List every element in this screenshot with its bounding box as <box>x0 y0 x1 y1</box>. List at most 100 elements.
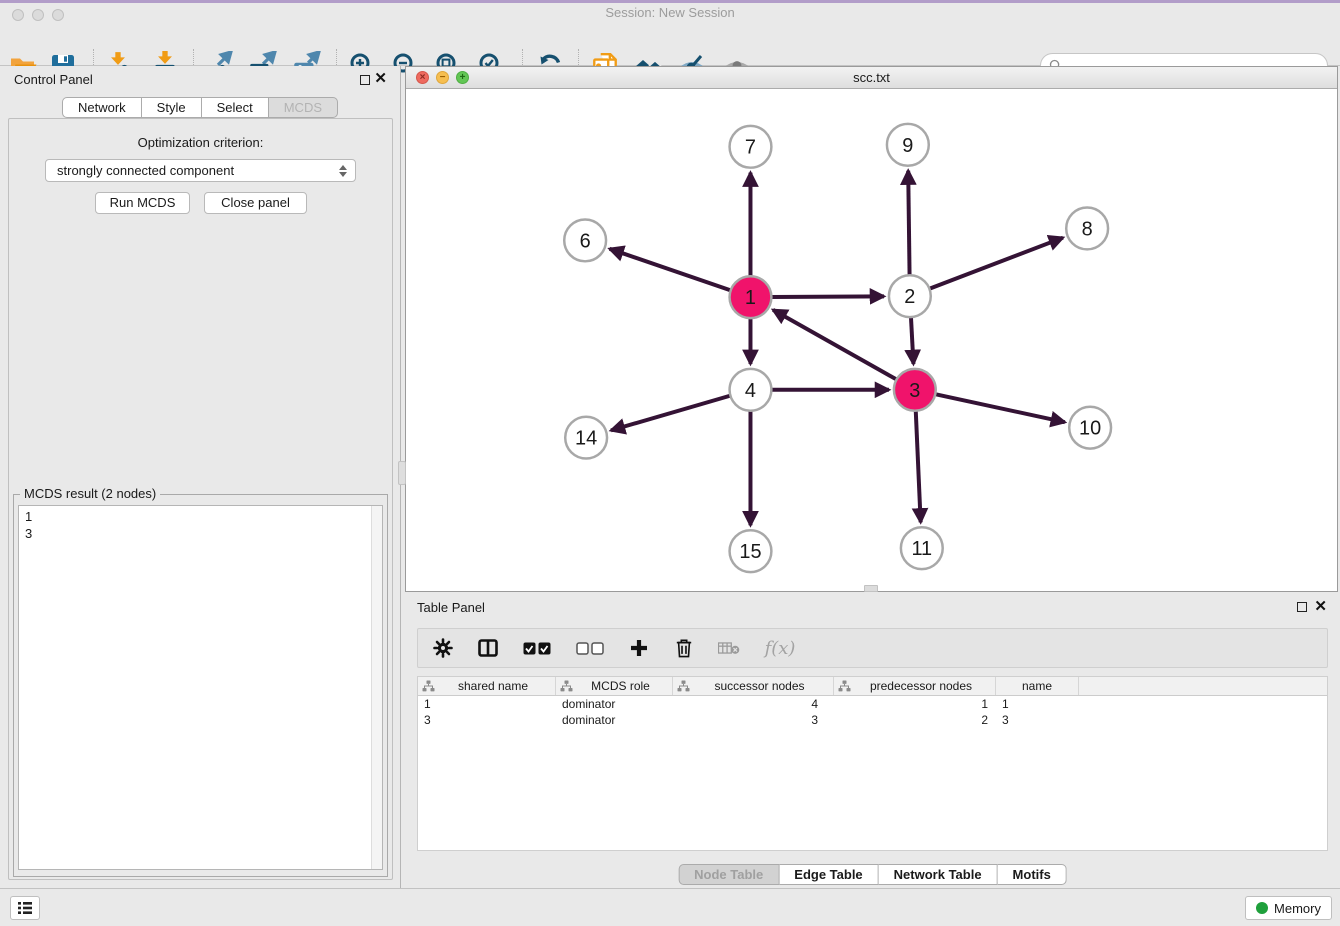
result-scrollbar[interactable] <box>371 506 382 869</box>
cell-successor-nodes[interactable]: 4 <box>673 696 834 712</box>
graph-edge-1-6[interactable] <box>610 249 731 291</box>
delete-column-button[interactable] <box>673 637 695 659</box>
panel-splitter-horizontal[interactable] <box>864 585 878 592</box>
cell-shared-name[interactable]: 3 <box>418 712 556 728</box>
cell-name[interactable]: 3 <box>996 712 1079 728</box>
add-column-button[interactable] <box>628 637 650 659</box>
mcds-result-title: MCDS result (2 nodes) <box>20 486 160 501</box>
deselect-all-columns-button[interactable] <box>575 637 605 659</box>
window-controls <box>12 9 64 21</box>
tab-node-table[interactable]: Node Table <box>678 864 779 885</box>
float-icon <box>360 75 370 85</box>
network-window-controls: × − + <box>416 71 469 84</box>
plus-icon <box>630 639 648 657</box>
tab-edge-table[interactable]: Edge Table <box>779 864 878 885</box>
split-view-button[interactable] <box>477 637 499 659</box>
maximize-window-button[interactable] <box>52 9 64 21</box>
graph-edge-2-9[interactable] <box>908 171 909 276</box>
column-header-mcds-role[interactable]: MCDS role <box>556 677 673 695</box>
criterion-dropdown[interactable]: strongly connected component <box>45 159 356 182</box>
column-header-predecessor-nodes[interactable]: predecessor nodes <box>834 677 996 695</box>
control-panel-tabs: Network Style Select MCDS <box>62 97 338 118</box>
memory-status-icon <box>1256 902 1268 914</box>
float-icon <box>1297 602 1307 612</box>
select-all-columns-button[interactable] <box>522 637 552 659</box>
table-panel-close-button[interactable]: ✕ <box>1314 601 1327 613</box>
close-panel-button[interactable]: Close panel <box>204 192 307 214</box>
table-toolbar: f(x) <box>417 628 1328 668</box>
graph-node-label-9: 9 <box>902 135 913 157</box>
function-builder-button[interactable]: f(x) <box>763 637 797 659</box>
column-header-shared-name[interactable]: shared name <box>418 677 556 695</box>
hierarchy-icon <box>677 680 690 692</box>
table-row[interactable]: 3 dominator 3 2 3 <box>418 712 1327 728</box>
column-header-name[interactable]: name <box>996 677 1079 695</box>
log-console-button[interactable] <box>10 896 40 920</box>
control-panel-float-button[interactable] <box>360 75 370 85</box>
table-panel-float-button[interactable] <box>1297 602 1307 612</box>
split-columns-icon <box>478 639 498 657</box>
graph-edge-3-10[interactable] <box>935 394 1065 422</box>
cell-mcds-role[interactable]: dominator <box>556 712 673 728</box>
panel-splitter-vertical[interactable] <box>398 461 406 485</box>
tab-select[interactable]: Select <box>202 97 269 118</box>
column-settings-button[interactable] <box>432 637 454 659</box>
graph-node-label-7: 7 <box>745 137 756 159</box>
close-window-button[interactable] <box>12 9 24 21</box>
control-panel-close-button[interactable]: ✕ <box>374 73 387 85</box>
cell-shared-name[interactable]: 1 <box>418 696 556 712</box>
graph-edge-3-1[interactable] <box>773 310 897 380</box>
graph-edge-2-8[interactable] <box>929 238 1063 289</box>
graph-node-label-2: 2 <box>904 286 915 308</box>
column-header-successor-nodes[interactable]: successor nodes <box>673 677 834 695</box>
table-row[interactable]: 1 dominator 4 1 1 <box>418 696 1327 712</box>
run-mcds-button[interactable]: Run MCDS <box>95 192 190 214</box>
graph-edge-2-3[interactable] <box>911 317 913 364</box>
unchecked-boxes-icon <box>576 642 604 655</box>
cell-successor-nodes[interactable]: 3 <box>673 712 834 728</box>
hierarchy-icon <box>838 680 851 692</box>
cell-predecessor-nodes[interactable]: 2 <box>834 712 996 728</box>
cell-predecessor-nodes[interactable]: 1 <box>834 696 996 712</box>
network-close-button[interactable]: × <box>416 71 429 84</box>
network-minimize-button[interactable]: − <box>436 71 449 84</box>
graph-node-label-15: 15 <box>739 541 761 563</box>
memory-button[interactable]: Memory <box>1245 896 1332 920</box>
delete-table-button[interactable] <box>718 637 740 659</box>
result-line: 1 <box>25 508 376 525</box>
graph-node-label-3: 3 <box>909 380 920 402</box>
network-view-window: × − + scc.txt 7968124314101511 <box>405 66 1338 592</box>
table-panel: Table Panel ✕ <box>405 592 1340 888</box>
tab-network[interactable]: Network <box>62 97 142 118</box>
mcds-result-textarea[interactable]: 1 3 <box>18 505 383 870</box>
graph-edge-4-14[interactable] <box>611 396 730 431</box>
control-panel-title: Control Panel <box>14 72 93 87</box>
mcds-result-group: MCDS result (2 nodes) 1 3 <box>13 494 388 877</box>
memory-label: Memory <box>1274 901 1321 916</box>
optimization-criterion-label: Optimization criterion: <box>9 135 392 150</box>
list-icon <box>17 900 33 916</box>
status-bar: Memory <box>0 888 1340 926</box>
dropdown-stepper-icon <box>337 165 355 177</box>
delete-table-icon <box>718 641 740 655</box>
gear-icon <box>433 638 453 658</box>
result-line: 3 <box>25 525 376 542</box>
network-maximize-button[interactable]: + <box>456 71 469 84</box>
tab-network-table[interactable]: Network Table <box>879 864 998 885</box>
checked-boxes-icon <box>523 642 551 655</box>
cell-name[interactable]: 1 <box>996 696 1079 712</box>
tab-style[interactable]: Style <box>142 97 202 118</box>
graph-edge-1-2[interactable] <box>771 296 884 297</box>
control-panel: Control Panel ✕ Network Style Select MCD… <box>0 66 401 888</box>
cell-mcds-role[interactable]: dominator <box>556 696 673 712</box>
graph-edge-3-11[interactable] <box>916 411 921 523</box>
graph-node-label-11: 11 <box>911 538 932 560</box>
minimize-window-button[interactable] <box>32 9 44 21</box>
network-window-titlebar[interactable]: × − + scc.txt <box>406 67 1337 89</box>
tab-motifs[interactable]: Motifs <box>998 864 1067 885</box>
graph-node-label-8: 8 <box>1082 218 1093 240</box>
graph-node-label-10: 10 <box>1079 418 1101 440</box>
tab-mcds[interactable]: MCDS <box>269 97 338 118</box>
network-canvas[interactable]: 7968124314101511 <box>406 89 1337 591</box>
app-titlebar: Session: New Session <box>0 3 1340 22</box>
